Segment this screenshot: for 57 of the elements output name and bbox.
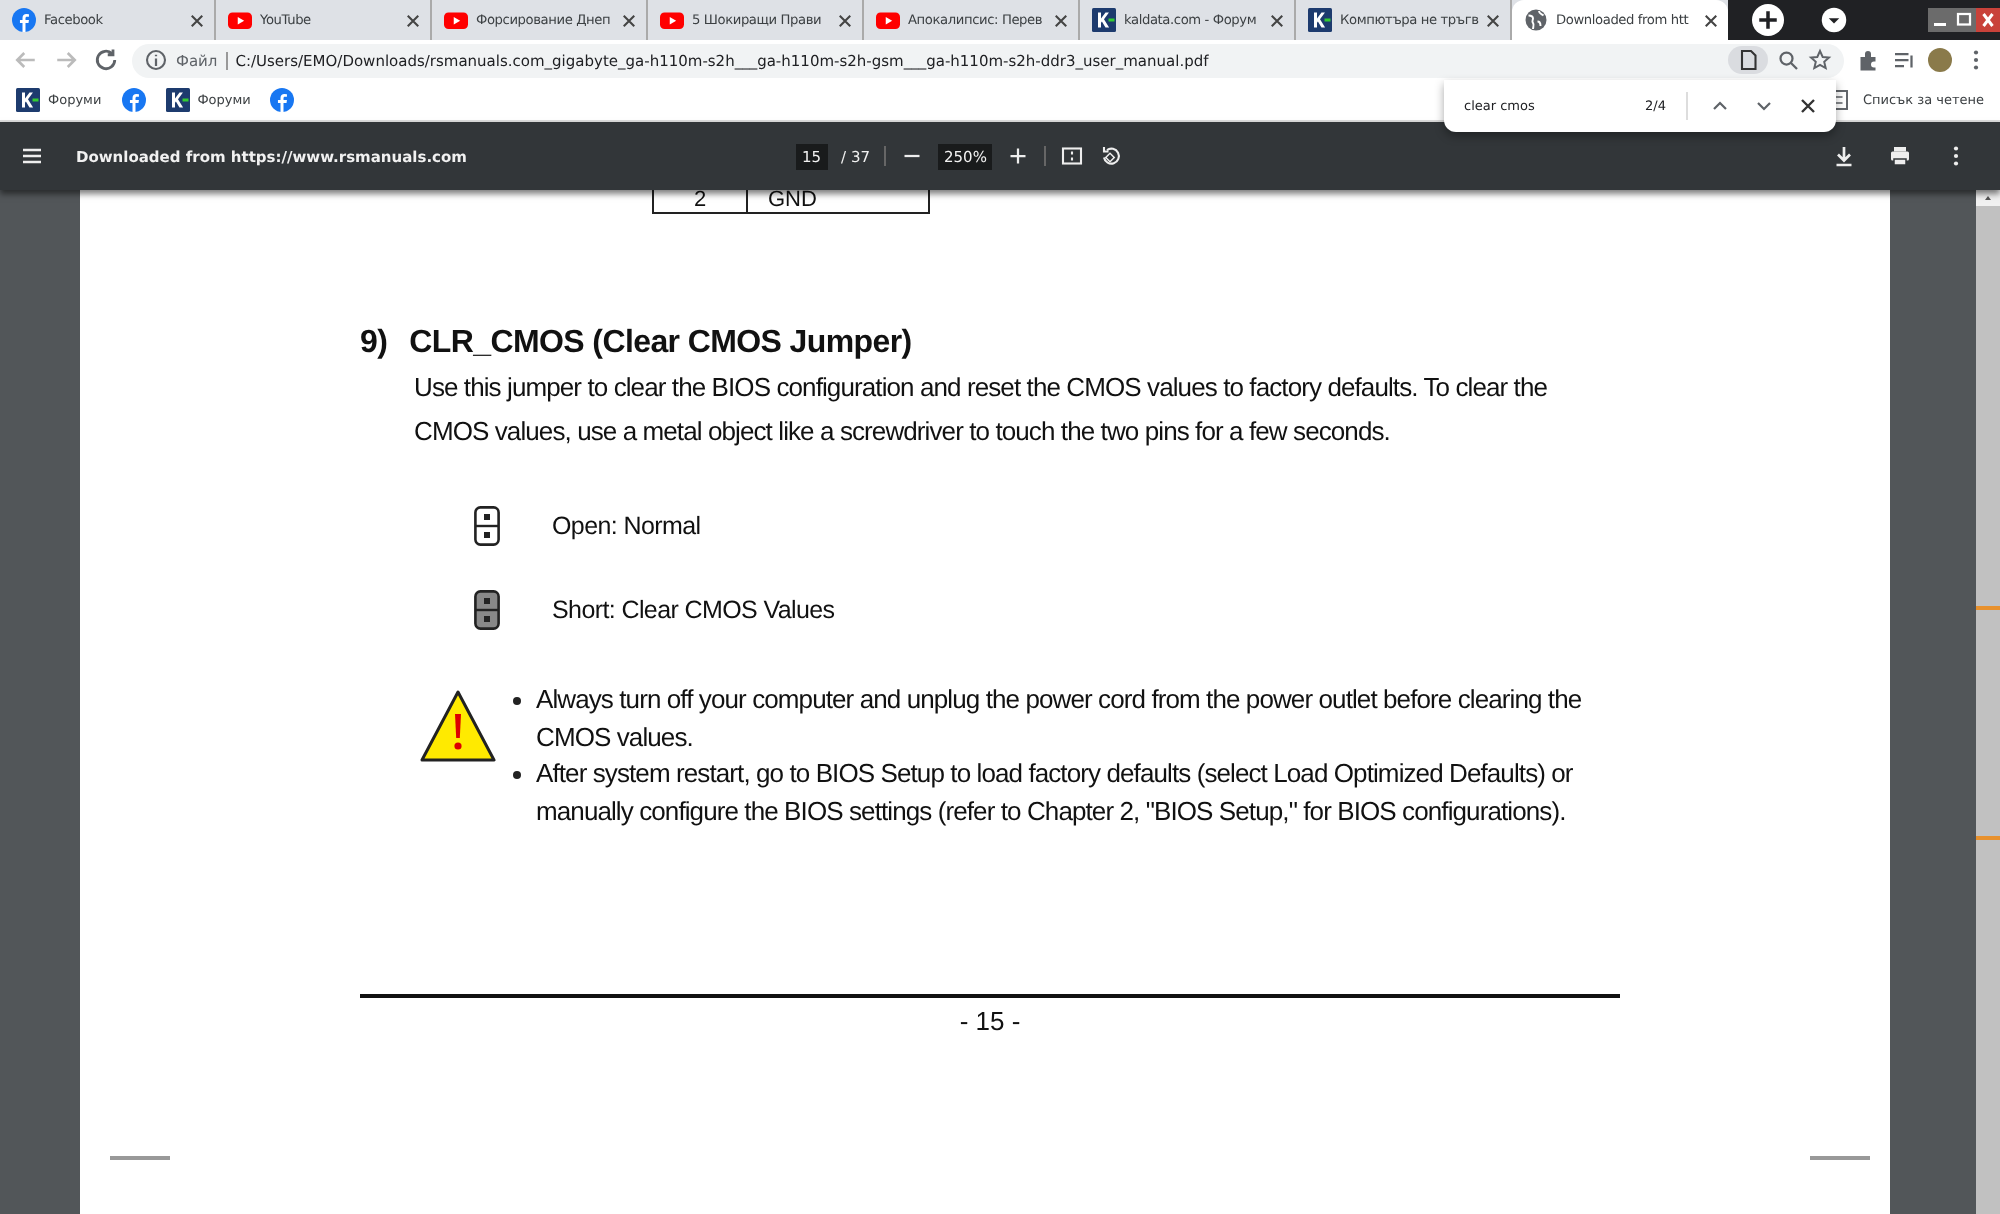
section-number: 9): [360, 326, 388, 362]
close-find-button[interactable]: [1796, 94, 1820, 118]
download-icon[interactable]: [1832, 144, 1856, 168]
plus-icon[interactable]: [1006, 144, 1031, 168]
bookmark[interactable]: [121, 88, 146, 112]
document-icon[interactable]: [1736, 48, 1760, 72]
close-tab-icon[interactable]: [622, 13, 636, 27]
close-tab-icon[interactable]: [838, 13, 852, 27]
info-icon: [144, 48, 168, 72]
globe-icon: [1524, 8, 1548, 32]
rotate-icon[interactable]: [1098, 144, 1123, 168]
page-number: - 15 -: [957, 1006, 1023, 1036]
star-icon[interactable]: [1808, 48, 1832, 72]
k-logo-icon: [1092, 8, 1116, 32]
close-tab-icon[interactable]: [1704, 13, 1718, 27]
list-icon[interactable]: [1892, 48, 1916, 72]
bookmark[interactable]: [270, 88, 295, 112]
table-cell: 2: [652, 190, 748, 214]
warning-text: After system restart, go to BIOS Setup to load factory defaults (select Load Optimized Defaults) or manually configure the BIOS settings (refer to Chapter 2, "BIOS Setup," for BIOS configurations).: [536, 756, 1575, 830]
warning-icon: [420, 690, 496, 762]
menu-icon[interactable]: [20, 144, 44, 168]
bullet-icon: [512, 770, 522, 780]
facebook-icon: [121, 88, 146, 112]
minimize-icon[interactable]: [1928, 8, 1952, 32]
new-tab-button[interactable]: [1752, 4, 1784, 36]
puzzle-icon[interactable]: [1856, 48, 1880, 72]
play-icon: [228, 8, 252, 32]
close-tab-icon[interactable]: [1270, 13, 1284, 27]
close-tab-icon[interactable]: [190, 13, 204, 27]
maximize-icon[interactable]: [1952, 8, 1976, 32]
close-tab-icon[interactable]: [406, 13, 420, 27]
paragraph: Use this jumper to clear the BIOS configuration and reset the CMOS values to factory defaults. To clear the CMOS values, use a metal object like a screwdriver to touch the two pins for a few seconds.: [414, 370, 1550, 450]
close-icon: [1796, 94, 1820, 118]
reload-icon[interactable]: [92, 46, 120, 74]
close-tab-icon[interactable]: [1054, 13, 1068, 27]
print-icon[interactable]: [1888, 144, 1912, 168]
tab-search-icon[interactable]: [1820, 6, 1848, 34]
k-logo-icon: [16, 88, 40, 112]
play-icon: [660, 8, 684, 32]
facebook-icon: [12, 8, 36, 32]
section-heading: CLR_CMOS (Clear CMOS Jumper): [409, 326, 912, 362]
table-cell: GND: [748, 190, 930, 214]
jumper-label: Short: Clear CMOS Values: [552, 596, 835, 624]
jumper-label: Open: Normal: [552, 512, 701, 540]
k-logo-icon: [1308, 8, 1332, 32]
k-logo-icon: [165, 88, 190, 112]
profile-avatar[interactable]: [1928, 48, 1952, 72]
play-icon: [444, 8, 468, 32]
close-icon[interactable]: [1976, 8, 2000, 32]
close-tab-icon[interactable]: [1486, 13, 1501, 27]
play-icon: [876, 8, 900, 32]
facebook-icon: [270, 88, 295, 112]
bullet-icon: [512, 696, 522, 706]
warning-text: Always turn off your computer and unplug the power cord from the power outlet before clearing the CMOS values.: [536, 682, 1584, 755]
plus-icon: [1754, 6, 1782, 34]
zoom-icon[interactable]: [1776, 48, 1800, 72]
fit-page-icon[interactable]: [1060, 144, 1085, 168]
